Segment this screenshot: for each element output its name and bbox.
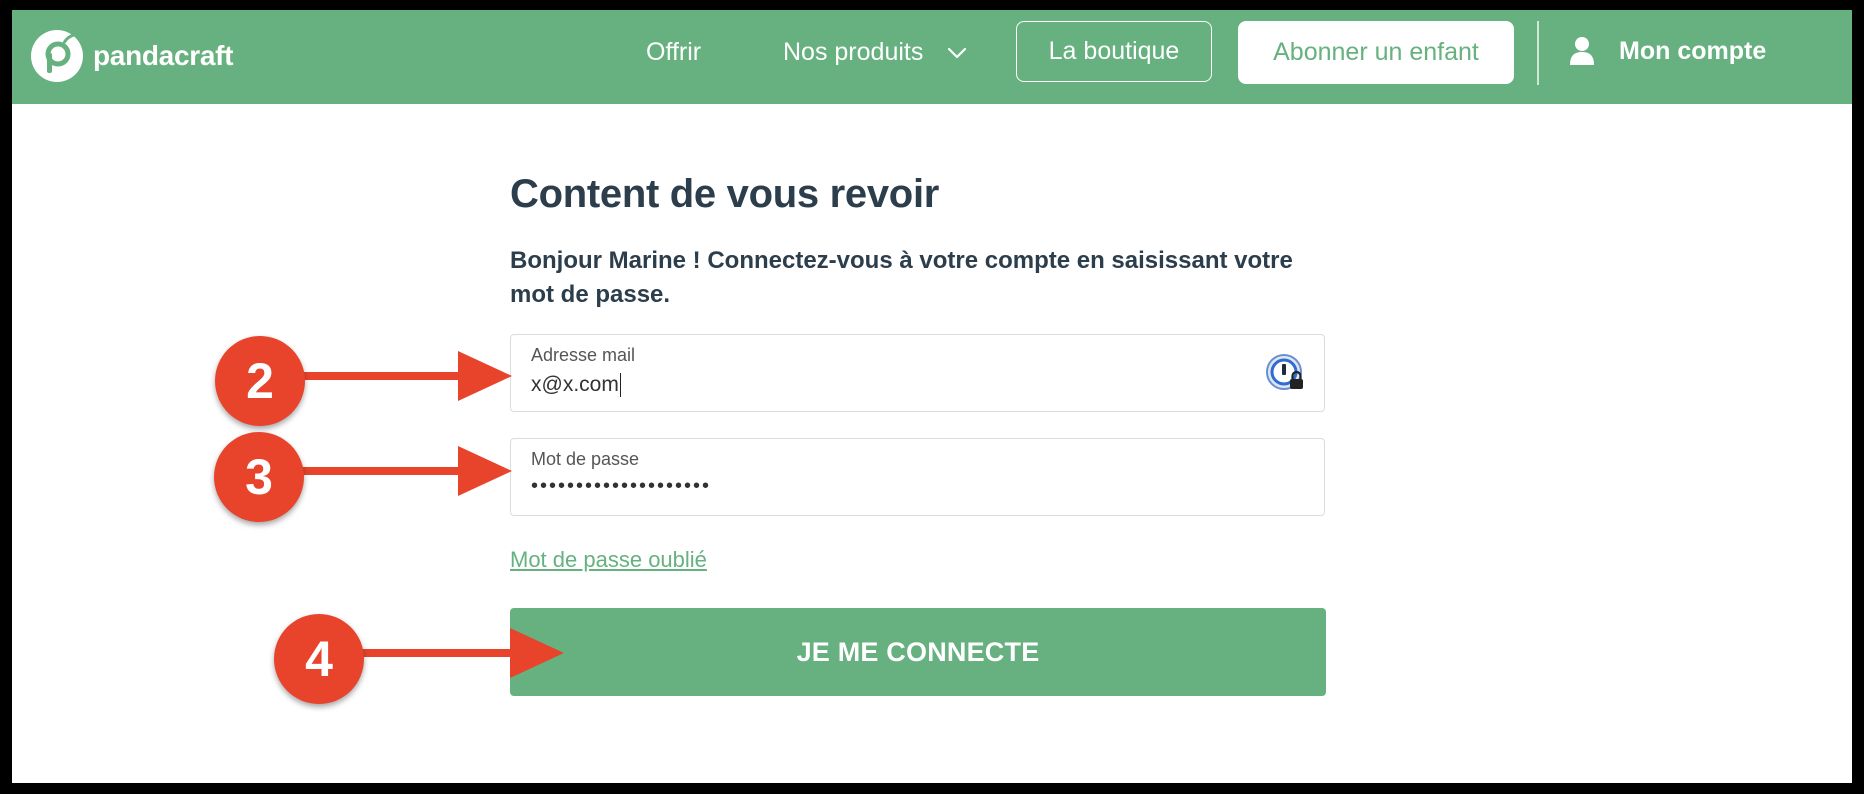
nav-produits-label: Nos produits	[783, 38, 924, 66]
password-manager-icon[interactable]	[1265, 352, 1307, 394]
account-link[interactable]: Mon compte	[1569, 36, 1766, 66]
email-field[interactable]: Adresse mail x@x.com	[510, 334, 1325, 412]
abonner-enfant-button[interactable]: Abonner un enfant	[1238, 21, 1514, 84]
page-subtitle: Bonjour Marine ! Connectez-vous à votre …	[510, 247, 1293, 308]
boutique-button[interactable]: La boutique	[1016, 21, 1212, 82]
pandacraft-logo-icon	[31, 30, 83, 82]
brand-logo[interactable]: pandacraft	[30, 29, 233, 83]
annotation-step-3: 3	[214, 432, 304, 522]
annotation-arrow-2	[300, 351, 512, 401]
site-header: pandacraft Offrir Nos produits La boutiq…	[12, 10, 1852, 104]
annotation-arrow-3	[300, 446, 512, 496]
nav-offrir-link[interactable]: Offrir	[646, 38, 701, 67]
nav-divider	[1537, 21, 1539, 85]
password-label: Mot de passe	[531, 449, 640, 469]
browser-frame: pandacraft Offrir Nos produits La boutiq…	[12, 10, 1852, 783]
brand-name: pandacraft	[93, 40, 234, 71]
chevron-down-icon	[948, 47, 967, 58]
email-label: Adresse mail	[531, 345, 636, 365]
email-input[interactable]: x@x.com	[531, 373, 622, 398]
user-icon	[1570, 37, 1594, 65]
text-caret	[619, 373, 622, 398]
forgot-password-link[interactable]: Mot de passe oublié	[510, 547, 707, 573]
account-label: Mon compte	[1619, 36, 1767, 65]
nav-produits-dropdown[interactable]: Nos produits	[783, 38, 967, 67]
annotation-step-2: 2	[215, 336, 305, 426]
login-submit-button[interactable]: JE ME CONNECTE	[510, 608, 1326, 696]
annotation-arrow-4	[360, 628, 564, 678]
annotation-step-4: 4	[274, 614, 364, 704]
password-field[interactable]: Mot de passe ••••••••••••••••••••	[510, 438, 1325, 516]
email-value: x@x.com	[531, 373, 619, 396]
page-title: Content de vous revoir	[510, 172, 940, 216]
password-input[interactable]: ••••••••••••••••••••	[531, 475, 711, 498]
